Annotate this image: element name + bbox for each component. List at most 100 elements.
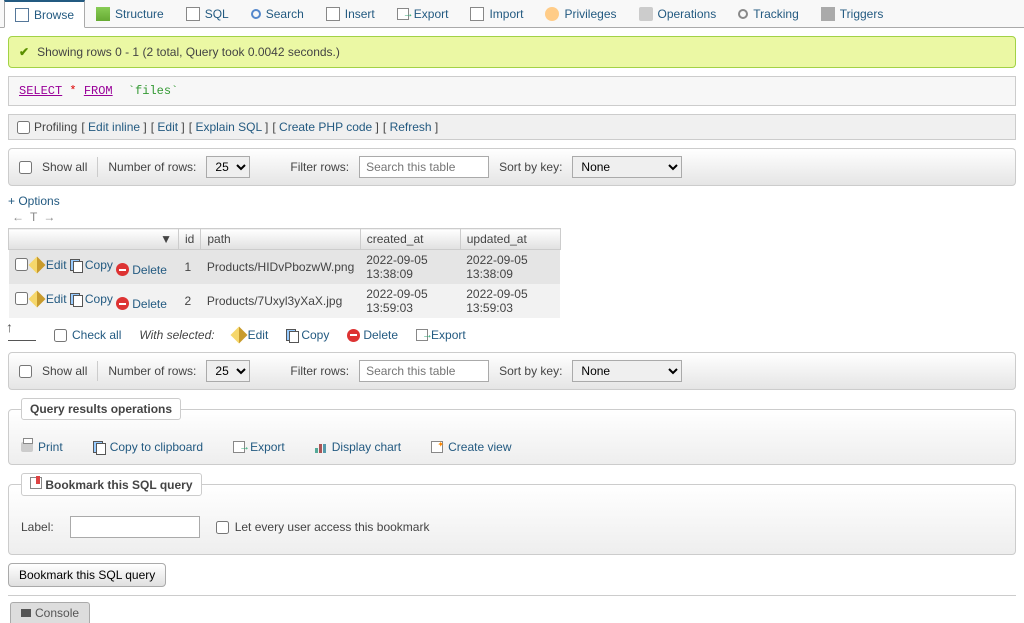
table-toolbar-top: Show all Number of rows: 25 Filter rows:… xyxy=(8,148,1016,186)
console-icon xyxy=(21,609,31,617)
sql-icon xyxy=(186,7,200,21)
tab-import[interactable]: Import xyxy=(459,0,534,27)
filter-input[interactable] xyxy=(359,156,489,178)
edit-inline-link[interactable]: Edit inline xyxy=(88,120,140,134)
row-delete[interactable]: Delete xyxy=(116,263,167,277)
export-icon xyxy=(416,329,428,341)
structure-icon xyxy=(96,7,110,21)
sql-kw-select[interactable]: SELECT xyxy=(19,84,62,98)
tab-operations[interactable]: Operations xyxy=(628,0,728,27)
insert-icon xyxy=(326,7,340,21)
triggers-icon xyxy=(821,7,835,21)
tab-browse[interactable]: Browse xyxy=(4,0,85,28)
col-path[interactable]: path xyxy=(201,229,360,250)
export-icon xyxy=(397,8,409,20)
row-copy[interactable]: Copy xyxy=(70,292,113,306)
table-row: Edit Copy Delete 1Products/HIDvPbozwW.pn… xyxy=(9,250,561,285)
query-results-operations: Query results operations Print Copy to c… xyxy=(8,398,1016,465)
bulk-copy[interactable]: Copy xyxy=(286,328,329,342)
row-checkbox[interactable] xyxy=(15,258,28,271)
check-icon: ✔ xyxy=(19,45,29,59)
arrow-left-icon[interactable]: ← xyxy=(12,210,24,224)
console-panel: Console xyxy=(0,602,1024,623)
col-created[interactable]: created_at xyxy=(360,229,460,250)
row-copy[interactable]: Copy xyxy=(70,258,113,272)
column-order-icons: ← T → xyxy=(8,210,1016,224)
row-edit[interactable]: Edit xyxy=(31,292,67,306)
search-icon xyxy=(251,9,261,19)
check-all-checkbox[interactable] xyxy=(54,329,67,342)
browse-icon xyxy=(15,8,29,22)
col-updated[interactable]: updated_at xyxy=(460,229,560,250)
bookmark-fieldset: Bookmark this SQL query Label: Let every… xyxy=(8,473,1016,555)
tab-privileges[interactable]: Privileges xyxy=(534,0,627,27)
pencil-icon xyxy=(230,327,247,344)
copy-icon xyxy=(70,259,82,271)
check-all-link[interactable]: Check all xyxy=(72,328,121,342)
copy-icon xyxy=(70,293,82,305)
import-icon xyxy=(470,7,484,21)
topmenu-tabs: Browse Structure SQL Search Insert Expor… xyxy=(0,0,1024,28)
row-edit[interactable]: Edit xyxy=(31,258,67,272)
bookmark-submit-button[interactable]: Bookmark this SQL query xyxy=(8,563,166,587)
tab-insert[interactable]: Insert xyxy=(315,0,386,27)
tab-export[interactable]: Export xyxy=(386,0,460,27)
actions-header: ▼ xyxy=(9,229,179,250)
rows-select[interactable]: 25 xyxy=(206,360,250,382)
col-id[interactable]: id xyxy=(179,229,201,250)
profiling-checkbox[interactable] xyxy=(17,121,30,134)
create-php-link[interactable]: Create PHP code xyxy=(279,120,372,134)
display-chart-link[interactable]: Display chart xyxy=(315,440,401,454)
copy-icon xyxy=(286,329,298,341)
success-message: ✔ Showing rows 0 - 1 (2 total, Query too… xyxy=(8,36,1016,68)
filter-input[interactable] xyxy=(359,360,489,382)
pencil-icon xyxy=(28,256,45,273)
print-icon xyxy=(21,442,33,452)
sort-select[interactable]: None xyxy=(572,156,682,178)
table-toolbar-bottom: Show all Number of rows: 25 Filter rows:… xyxy=(8,352,1016,390)
bulk-edit[interactable]: Edit xyxy=(233,328,269,342)
profiling-bar: Profiling [ Edit inline ] [ Edit ] [ Exp… xyxy=(8,114,1016,140)
sql-query-display: SELECT * FROM `files` xyxy=(8,76,1016,106)
rows-select[interactable]: 25 xyxy=(206,156,250,178)
view-icon xyxy=(431,441,443,453)
show-all-checkbox[interactable] xyxy=(19,161,32,174)
sort-select[interactable]: None xyxy=(572,360,682,382)
tab-sql[interactable]: SQL xyxy=(175,0,240,27)
results-table: ▼ id path created_at updated_at Edit Cop… xyxy=(8,228,561,318)
copy-clipboard-link[interactable]: Copy to clipboard xyxy=(93,440,203,454)
row-checkbox[interactable] xyxy=(15,292,28,305)
bookmark-icon xyxy=(30,477,42,489)
delete-icon xyxy=(347,329,360,342)
tab-structure[interactable]: Structure xyxy=(85,0,175,27)
bulk-delete[interactable]: Delete xyxy=(347,328,398,342)
bookmark-public-checkbox[interactable] xyxy=(216,521,229,534)
print-link[interactable]: Print xyxy=(21,440,63,454)
arrow-right-icon[interactable]: → xyxy=(43,210,55,224)
chart-icon xyxy=(315,441,327,453)
sql-kw-from[interactable]: FROM xyxy=(84,84,113,98)
export-link[interactable]: Export xyxy=(233,440,285,454)
refresh-link[interactable]: Refresh xyxy=(390,120,432,134)
row-delete[interactable]: Delete xyxy=(116,297,167,311)
bulk-export[interactable]: Export xyxy=(416,328,466,342)
delete-icon xyxy=(116,263,129,276)
pencil-icon xyxy=(28,290,45,307)
arrow-indicator-icon xyxy=(8,329,36,341)
tab-triggers[interactable]: Triggers xyxy=(810,0,895,27)
privileges-icon xyxy=(545,7,559,21)
create-view-link[interactable]: Create view xyxy=(431,440,511,454)
bookmark-label-input[interactable] xyxy=(70,516,200,538)
options-link[interactable]: + Options xyxy=(8,194,1016,208)
operations-icon xyxy=(639,7,653,21)
show-all-checkbox[interactable] xyxy=(19,365,32,378)
tab-tracking[interactable]: Tracking xyxy=(727,0,810,27)
bulk-actions: Check all With selected: Edit Copy Delet… xyxy=(8,328,1016,342)
tracking-icon xyxy=(738,9,748,19)
tab-search[interactable]: Search xyxy=(240,0,315,27)
edit-link[interactable]: Edit xyxy=(157,120,178,134)
explain-sql-link[interactable]: Explain SQL xyxy=(195,120,261,134)
console-tab[interactable]: Console xyxy=(10,602,90,623)
copy-icon xyxy=(93,441,105,453)
text-icon[interactable]: T xyxy=(30,210,37,224)
